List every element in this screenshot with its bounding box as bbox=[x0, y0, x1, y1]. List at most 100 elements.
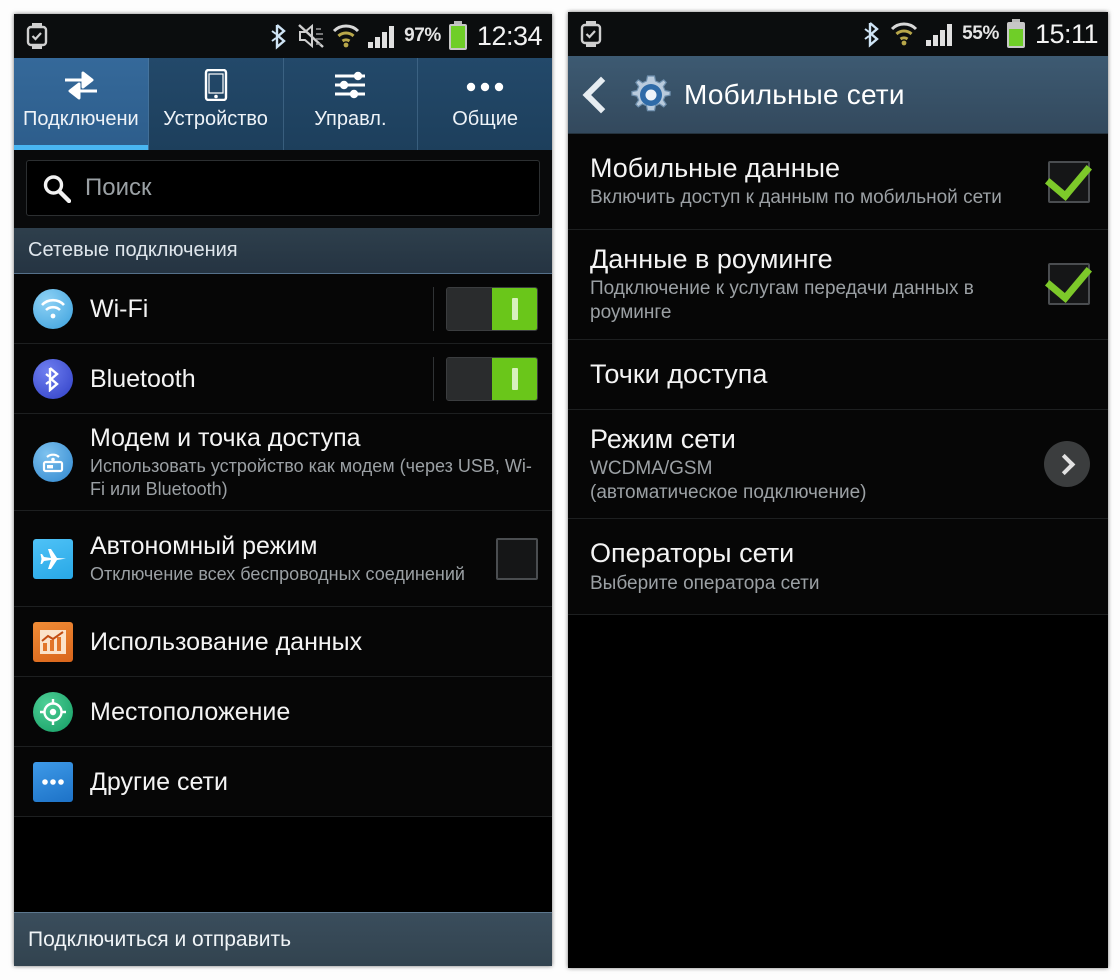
list-item-airplane-mode[interactable]: Автономный режим Отключение всех беспров… bbox=[14, 511, 552, 607]
screenshot-stage: 97% 12:34 Подключени Устройство Управл. … bbox=[0, 0, 1120, 980]
search-input[interactable]: Поиск bbox=[26, 160, 540, 216]
list-item-text: Операторы сети Выберите оператора сети bbox=[590, 524, 1090, 609]
tab-device-label: Устройство bbox=[163, 108, 268, 130]
wifi-icon bbox=[890, 21, 918, 47]
hotspot-icon bbox=[30, 442, 76, 482]
back-chevron-icon[interactable] bbox=[582, 76, 620, 113]
list-item-text: Данные в роуминге Подключение к услугам … bbox=[590, 230, 1038, 339]
toggle-off-half bbox=[447, 287, 492, 330]
list-item-title: Модем и точка доступа bbox=[90, 424, 361, 452]
list-item-subtitle: Использовать устройство как модем (через… bbox=[90, 456, 532, 499]
app-header: Мобильные сети bbox=[568, 56, 1108, 134]
list-item-other-networks[interactable]: Другие сети bbox=[14, 747, 552, 817]
right-status-bar: 55% 15:11 bbox=[568, 12, 1108, 56]
phone-icon bbox=[204, 68, 228, 102]
list-item-title: Данные в роуминге bbox=[590, 244, 833, 274]
mobile-networks-list: Мобильные данные Включить доступ к данны… bbox=[568, 134, 1108, 616]
list-item-access-points[interactable]: Точки доступа bbox=[568, 339, 1108, 410]
list-item-title: Точки доступа bbox=[590, 359, 768, 390]
connections-arrows-icon bbox=[61, 68, 101, 102]
airplane-mode-checkbox[interactable] bbox=[496, 537, 538, 580]
list-item-control bbox=[1044, 441, 1090, 488]
list-item-control bbox=[433, 356, 538, 401]
section-header-network: Сетевые подключения bbox=[14, 228, 552, 274]
list-item-title: Местоположение bbox=[90, 697, 291, 726]
toggle-on-half bbox=[492, 357, 537, 400]
status-clock: 15:11 bbox=[1034, 18, 1099, 49]
more-networks-icon bbox=[30, 761, 76, 802]
list-item-title: Другие сети bbox=[90, 767, 228, 796]
list-item-subtitle: Отключение всех беспроводных соединений bbox=[90, 563, 465, 584]
list-item-data-usage[interactable]: Использование данных bbox=[14, 607, 552, 677]
mute-icon bbox=[297, 23, 325, 49]
left-status-bar: 97% 12:34 bbox=[14, 14, 552, 58]
list-item-title: Автономный режим bbox=[90, 531, 318, 560]
tab-controls[interactable]: Управл. bbox=[284, 58, 419, 150]
list-item-text: Местоположение bbox=[90, 688, 538, 736]
list-item-control bbox=[1048, 160, 1090, 203]
tab-connections-label: Подключени bbox=[23, 108, 139, 130]
page-title: Мобильные сети bbox=[684, 78, 905, 110]
status-clock: 12:34 bbox=[476, 20, 543, 51]
list-item-title: Операторы сети bbox=[590, 538, 795, 569]
list-item-text: Использование данных bbox=[90, 618, 538, 666]
search-icon bbox=[41, 173, 72, 204]
divider bbox=[433, 356, 434, 401]
list-item-location[interactable]: Местоположение bbox=[14, 677, 552, 747]
tab-device[interactable]: Устройство bbox=[149, 58, 284, 150]
list-item-bluetooth[interactable]: Bluetooth bbox=[14, 344, 552, 414]
list-item-subtitle: WCDMA/GSM (автоматическое подключение) bbox=[590, 457, 867, 503]
wifi-icon bbox=[332, 23, 360, 49]
list-item-text: Модем и точка доступа Использовать устро… bbox=[90, 414, 538, 510]
battery-icon bbox=[1006, 19, 1026, 49]
list-item-text: Мобильные данные Включить доступ к данны… bbox=[590, 139, 1038, 224]
list-item-text: Точки доступа bbox=[590, 345, 1090, 403]
list-item-title: Мобильные данные bbox=[590, 153, 841, 183]
list-item-network-operators[interactable]: Операторы сети Выберите оператора сети bbox=[568, 519, 1108, 616]
tab-connections[interactable]: Подключени bbox=[14, 58, 149, 150]
airplane-icon bbox=[30, 538, 76, 579]
list-item-text: Bluetooth bbox=[90, 355, 423, 403]
list-item-title: Bluetooth bbox=[90, 364, 196, 393]
bluetooth-icon bbox=[863, 20, 883, 48]
list-item-subtitle: Выберите оператора сети bbox=[590, 572, 820, 594]
list-item-subtitle: Подключение к услугам передачи данных в … bbox=[590, 278, 974, 323]
list-item-mobile-data[interactable]: Мобильные данные Включить доступ к данны… bbox=[568, 134, 1108, 230]
battery-icon bbox=[448, 21, 468, 51]
signal-icon bbox=[367, 23, 397, 49]
wifi-toggle[interactable] bbox=[446, 286, 538, 331]
search-area: Поиск bbox=[14, 150, 552, 228]
list-item-tethering[interactable]: Модем и точка доступа Использовать устро… bbox=[14, 414, 552, 511]
list-item-control bbox=[1048, 263, 1090, 306]
list-item-network-mode[interactable]: Режим сети WCDMA/GSM (автоматическое под… bbox=[568, 409, 1108, 520]
list-item-title: Wi-Fi bbox=[90, 294, 149, 323]
watch-icon bbox=[580, 21, 602, 47]
list-item-title: Использование данных bbox=[90, 627, 363, 656]
mobile-data-checkbox[interactable] bbox=[1048, 160, 1090, 203]
sliders-icon bbox=[332, 68, 368, 102]
toggle-on-half bbox=[492, 287, 537, 330]
list-item-control bbox=[496, 537, 538, 580]
chevron-right-icon[interactable] bbox=[1044, 441, 1090, 488]
wifi-round-icon bbox=[30, 288, 76, 329]
watch-icon bbox=[26, 23, 48, 49]
list-item-data-roaming[interactable]: Данные в роуминге Подключение к услугам … bbox=[568, 230, 1108, 340]
divider bbox=[433, 286, 434, 331]
data-roaming-checkbox[interactable] bbox=[1048, 263, 1090, 306]
list-item-wifi[interactable]: Wi-Fi bbox=[14, 274, 552, 344]
left-phone-screen: 97% 12:34 Подключени Устройство Управл. … bbox=[14, 14, 552, 966]
location-icon bbox=[30, 691, 76, 732]
battery-percent-label: 55% bbox=[962, 23, 999, 44]
more-dots-icon bbox=[463, 68, 507, 102]
list-item-subtitle: Включить доступ к данным по мобильной се… bbox=[590, 187, 1002, 209]
list-item-title: Режим сети bbox=[590, 423, 736, 454]
battery-percent-label: 97% bbox=[404, 25, 441, 46]
tab-general[interactable]: Общие bbox=[418, 58, 552, 150]
toggle-off-half bbox=[447, 357, 492, 400]
connections-list: Wi-Fi Bluetooth Модем и точка доступа Ис… bbox=[14, 274, 552, 817]
bluetooth-toggle[interactable] bbox=[446, 356, 538, 401]
bottom-bar-connect-and-share[interactable]: Подключиться и отправить bbox=[14, 912, 552, 966]
list-item-text: Режим сети WCDMA/GSM (автоматическое под… bbox=[590, 410, 1034, 519]
search-placeholder: Поиск bbox=[85, 174, 152, 201]
bluetooth-icon bbox=[270, 22, 290, 50]
